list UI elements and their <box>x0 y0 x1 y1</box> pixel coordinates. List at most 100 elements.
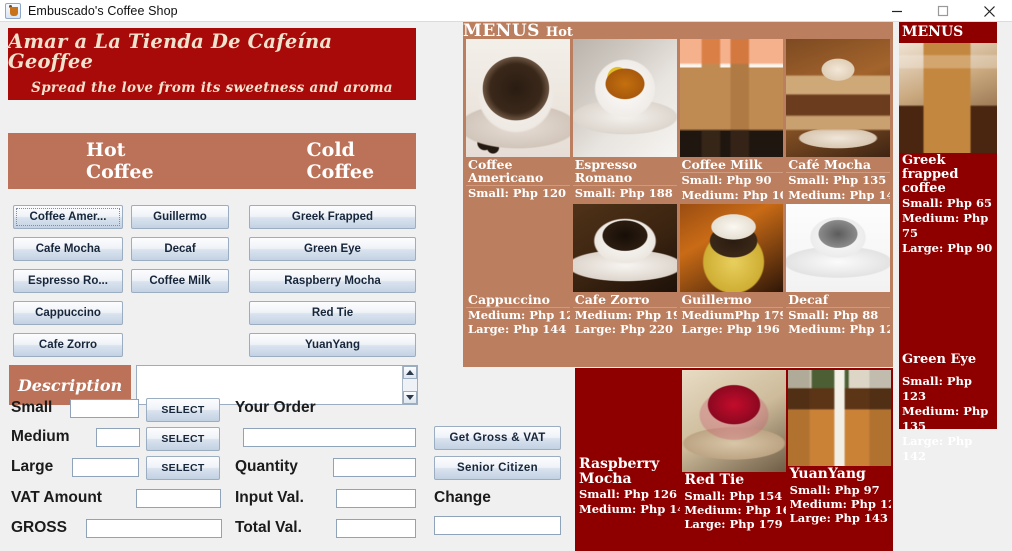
menus-hot-panel: MENUS Hot Coffee Americano Small: Php 120… <box>463 22 893 367</box>
drink-button-yuanyang[interactable]: YuanYang <box>249 333 416 357</box>
price-small: Small: Php 97 <box>789 482 880 497</box>
total-val-field[interactable] <box>336 519 416 538</box>
tab-hot-coffee[interactable]: Hot Coffee <box>86 139 188 183</box>
small-price-field[interactable] <box>70 399 139 418</box>
price-medium: MediumPhp 179 <box>681 307 784 322</box>
drink-button-cafe-zorro[interactable]: Cafe Zorro <box>13 333 123 357</box>
menu-card[interactable]: Espresso Romano Small: Php 188 Medium: P… <box>572 39 677 201</box>
menus-cold-bottom-panel: Raspberry Mocha Small: Php 126 Medium: P… <box>575 368 893 551</box>
medium-price-field[interactable] <box>96 428 140 447</box>
greek-frapped-coffee-photo <box>899 43 997 153</box>
quantity-field[interactable] <box>333 458 416 477</box>
menu-card[interactable]: Coffee Milk Small: Php 90 Medium: Php 10… <box>679 39 784 201</box>
drink-button-greek-frapped[interactable]: Greek Frapped <box>249 205 416 229</box>
close-button[interactable] <box>966 0 1012 22</box>
large-label: Large <box>11 458 54 475</box>
guillermo-photo <box>679 203 784 292</box>
window-title: Embuscado's Coffee Shop <box>28 3 178 18</box>
price-small: Small: Php 90 <box>681 173 772 188</box>
green-eye-photo <box>899 258 997 352</box>
input-val-field[interactable] <box>336 489 416 508</box>
cafe-zorro-photo <box>572 203 677 292</box>
change-field[interactable] <box>434 516 561 535</box>
banner-title: Amar a La Tienda De Cafeína Geoffee <box>8 30 333 73</box>
window-controls <box>874 0 1012 22</box>
price-large: Large: Php 143 <box>789 511 888 526</box>
select-medium-button[interactable]: SELECT <box>146 427 220 451</box>
your-order-label: Your Order <box>235 399 316 416</box>
menu-card-name: Raspberry Mocha <box>579 456 660 487</box>
scroll-down-icon[interactable] <box>403 391 417 404</box>
large-price-field[interactable] <box>72 458 139 477</box>
menu-card-name: Espresso Romano <box>574 157 638 186</box>
drink-button-cafe-mocha[interactable]: Cafe Mocha <box>13 237 123 261</box>
shop-banner: Amar a La Tienda De Cafeína Geoffee Spre… <box>8 28 416 100</box>
price-small: Small: Php 88 <box>788 307 879 322</box>
menu-card[interactable]: Raspberry Mocha Small: Php 126 Medium: P… <box>577 370 681 549</box>
minimize-button[interactable] <box>874 0 920 22</box>
menu-card[interactable]: Green Eye Small: Php 123 Medium: Php 135… <box>899 258 997 465</box>
banner-subtitle: Spread the love from its sweetness and a… <box>31 80 393 96</box>
drink-button-cappuccino[interactable]: Cappuccino <box>13 301 123 325</box>
gross-label: GROSS <box>11 519 67 536</box>
description-scrollbar[interactable] <box>402 366 417 404</box>
price-small: Small: Php 126 <box>579 487 677 502</box>
price-small: Small: Php 188 <box>574 186 673 201</box>
price-large: Large: Php 142 <box>902 433 973 463</box>
drink-button-decaf[interactable]: Decaf <box>131 237 229 261</box>
menu-card[interactable]: Greek frapped coffee Small: Php 65 Mediu… <box>899 43 997 258</box>
get-gross-vat-button[interactable]: Get Gross & VAT <box>434 426 561 450</box>
yuanyang-photo <box>787 370 891 466</box>
price-small: Small: Php 65 <box>902 196 992 211</box>
menus-hot-grid: Coffee Americano Small: Php 120 Medium: … <box>466 39 890 365</box>
vat-amount-field[interactable] <box>136 489 221 508</box>
menu-card[interactable]: Red Tie Small: Php 154 Medium: Php 166 L… <box>682 370 786 549</box>
select-small-button[interactable]: SELECT <box>146 398 220 422</box>
drink-button-red-tie[interactable]: Red Tie <box>249 301 416 325</box>
price-small: Small: Php 135 <box>788 173 887 188</box>
menus-cold-heading: MENUS Cold <box>902 24 964 61</box>
select-large-button[interactable]: SELECT <box>146 456 220 480</box>
menu-card-name: Coffee Milk <box>681 157 763 172</box>
decaf-photo <box>786 203 890 292</box>
vat-amount-label: VAT Amount <box>11 489 102 506</box>
drink-button-coffee-americano[interactable]: Coffee Amer... <box>13 205 123 229</box>
tab-cold-coffee[interactable]: Cold Coffee <box>307 139 416 183</box>
menu-card[interactable]: Decaf Small: Php 88 Medium: Php 120 <box>786 203 890 365</box>
menu-card[interactable]: Cafe Zorro Medium: Php 190 Large: Php 22… <box>572 203 677 365</box>
scroll-up-icon[interactable] <box>403 366 417 379</box>
cafe-mocha-photo <box>786 39 890 157</box>
drink-button-raspberry-mocha[interactable]: Raspberry Mocha <box>249 269 416 293</box>
menu-card[interactable]: YuanYang Small: Php 97 Medium: Php 127 L… <box>787 370 891 549</box>
menu-card-name: Greek frapped coffee <box>902 153 959 196</box>
menu-card-prices: Small: Php 90 Medium: Php 100 Large: Php… <box>679 172 784 201</box>
coffee-americano-photo <box>466 39 570 157</box>
maximize-button[interactable] <box>920 0 966 22</box>
menu-card[interactable]: Cappuccino Medium: Php 122 Large: Php 14… <box>466 203 570 365</box>
menu-card-prices: Small: Php 123 Medium: Php 135 Large: Ph… <box>899 368 997 466</box>
small-label: Small <box>11 399 53 416</box>
drink-button-coffee-milk[interactable]: Coffee Milk <box>131 269 229 293</box>
menu-card[interactable]: Café Mocha Small: Php 135 Medium: Php 14… <box>786 39 890 201</box>
menu-card-name: YuanYang <box>789 466 866 482</box>
your-order-field[interactable] <box>243 428 416 447</box>
menu-card-name: Decaf <box>788 291 829 307</box>
gross-field[interactable] <box>86 519 222 538</box>
drink-button-guillermo[interactable]: Guillermo <box>131 205 229 229</box>
drink-button-espresso-romano[interactable]: Espresso Ro... <box>13 269 123 293</box>
menu-card-name: Cappuccino <box>468 291 551 307</box>
senior-citizen-button[interactable]: Senior Citizen <box>434 456 561 480</box>
drink-button-green-eye[interactable]: Green Eye <box>249 237 416 261</box>
menu-card-prices: Small: Php 188 Medium: Php 224 Large: Ph… <box>572 185 677 201</box>
menu-card[interactable]: Coffee Americano Small: Php 120 Medium: … <box>466 39 570 201</box>
menus-heading-main: MENUS <box>463 21 540 41</box>
menu-card-name: Cafe Zorro <box>574 291 650 307</box>
menus-hot-heading: MENUS Hot <box>463 21 893 41</box>
price-large: Large: Php 179 <box>684 517 783 532</box>
menu-card-name: Red Tie <box>684 472 745 488</box>
price-large: Large: Php 144 <box>468 322 567 336</box>
price-medium: Medium: Php 145 <box>788 187 890 201</box>
total-val-label: Total Val. <box>235 519 302 536</box>
price-medium: Medium: Php 190 <box>574 307 677 322</box>
menu-card[interactable]: Guillermo MediumPhp 179 Large: Php 196 <box>679 203 784 365</box>
